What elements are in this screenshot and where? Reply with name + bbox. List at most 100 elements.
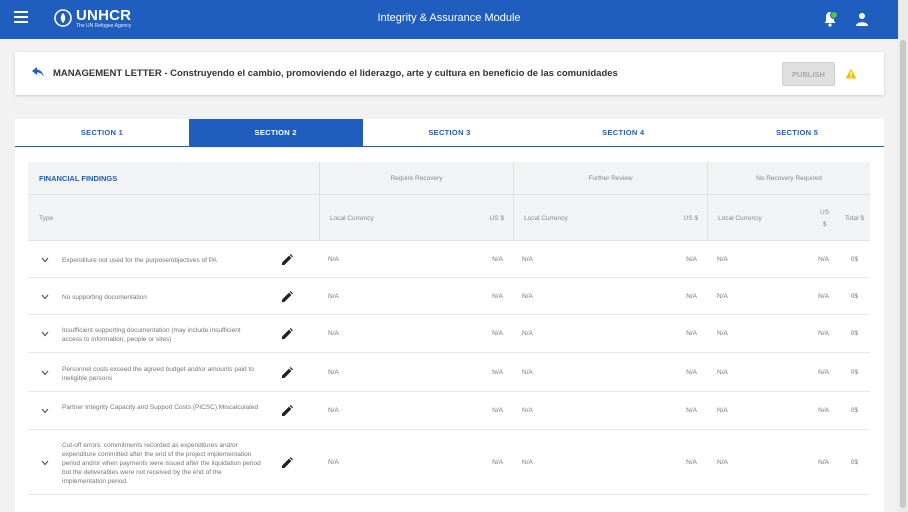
total-value: 0$: [850, 256, 858, 263]
require-recovery-local: N/A: [328, 330, 339, 337]
table-row[interactable]: No supporting documentation N/A N/A N/A N/A N…: [28, 278, 870, 315]
section-title: FINANCIAL FINDINGS: [39, 174, 118, 183]
findings-panel: FINANCIAL FINDINGS Require Recovery Furt…: [15, 148, 884, 512]
management-letter-header: MANAGEMENT LETTER - Construyendo el camb…: [15, 52, 884, 95]
further-review-usd: N/A: [686, 256, 697, 263]
col-local-currency: Local Currency: [718, 215, 762, 222]
further-review-local: N/A: [522, 369, 533, 376]
total-value: 0$: [850, 369, 858, 376]
group-no-recovery-required: No Recovery Required: [756, 175, 822, 182]
no-recovery-usd: N/A: [818, 256, 829, 263]
app-title: Integrity & Assurance Module: [377, 12, 521, 24]
no-recovery-local: N/A: [717, 330, 728, 337]
user-account-icon[interactable]: [855, 12, 869, 26]
col-type: Type: [39, 215, 54, 222]
require-recovery-local: N/A: [328, 407, 339, 414]
require-recovery-local: N/A: [328, 459, 339, 466]
require-recovery-local: N/A: [328, 369, 339, 376]
further-review-usd: N/A: [686, 330, 697, 337]
finding-type: Cut-off errors: commitments recorded as …: [62, 442, 261, 485]
table-row[interactable]: Insufficient supporting documentation (m…: [28, 315, 870, 353]
no-recovery-local: N/A: [717, 407, 728, 414]
require-recovery-local: N/A: [328, 293, 339, 300]
no-recovery-usd: N/A: [818, 407, 829, 414]
table-row[interactable]: Partner Integrity Capacity and Support C…: [28, 392, 870, 430]
require-recovery-usd: N/A: [492, 407, 503, 414]
finding-type: Partner Integrity Capacity and Support C…: [62, 404, 259, 411]
require-recovery-usd: N/A: [492, 459, 503, 466]
table-group-header: FINANCIAL FINDINGS Require Recovery Furt…: [28, 162, 870, 195]
no-recovery-usd: N/A: [818, 330, 829, 337]
col-usd-symbol: $: [823, 221, 827, 228]
total-value: 0$: [850, 407, 858, 414]
require-recovery-usd: N/A: [492, 293, 503, 300]
financial-findings-table: FINANCIAL FINDINGS Require Recovery Furt…: [28, 162, 870, 495]
back-arrow-icon[interactable]: [31, 66, 45, 78]
total-value: 0$: [850, 330, 858, 337]
notification-badge: [830, 11, 838, 19]
tab-section-5[interactable]: SECTION 5: [710, 119, 884, 146]
require-recovery-local: N/A: [328, 256, 339, 263]
tab-section-2[interactable]: SECTION 2: [188, 119, 363, 146]
further-review-usd: N/A: [686, 459, 697, 466]
col-usd: US: [820, 209, 830, 216]
group-require-recovery: Require Recovery: [390, 175, 443, 182]
no-recovery-usd: N/A: [818, 369, 829, 376]
col-local-currency: Local Currency: [330, 215, 374, 222]
tab-section-4[interactable]: SECTION 4: [536, 119, 710, 146]
finding-type: Personnel costs exceed the agreed budget…: [62, 366, 254, 382]
col-usd: US $: [489, 215, 504, 222]
further-review-local: N/A: [522, 407, 533, 414]
tab-section-1[interactable]: SECTION 1: [15, 119, 189, 146]
group-further-review: Further Review: [588, 175, 633, 182]
further-review-local: N/A: [522, 459, 533, 466]
table-column-header: Type Local Currency US $ Local Currency …: [28, 195, 870, 241]
finding-type: Insufficient supporting documentation (m…: [62, 327, 241, 343]
no-recovery-usd: N/A: [818, 459, 829, 466]
warning-icon: [845, 68, 857, 79]
further-review-local: N/A: [522, 256, 533, 263]
table-row[interactable]: Expenditure not used for the purpose/obj…: [28, 241, 870, 278]
further-review-local: N/A: [522, 330, 533, 337]
total-value: 0$: [850, 459, 858, 466]
total-value: 0$: [850, 293, 858, 300]
page-title: MANAGEMENT LETTER - Construyendo el camb…: [53, 68, 618, 79]
chevron-down-icon[interactable]: [41, 331, 49, 337]
further-review-usd: N/A: [686, 407, 697, 414]
no-recovery-local: N/A: [717, 369, 728, 376]
chevron-down-icon[interactable]: [41, 257, 49, 263]
chevron-down-icon[interactable]: [41, 460, 49, 466]
no-recovery-local: N/A: [717, 459, 728, 466]
edit-pencil-icon[interactable]: [281, 254, 293, 266]
col-total: Total $: [844, 215, 864, 222]
finding-type: No supporting documentation: [62, 294, 147, 301]
col-local-currency: Local Currency: [524, 215, 568, 222]
scrollbar-thumb[interactable]: [900, 40, 906, 508]
further-review-usd: N/A: [686, 369, 697, 376]
chevron-down-icon[interactable]: [41, 408, 49, 414]
page-scrollbar[interactable]: [898, 0, 908, 512]
require-recovery-usd: N/A: [492, 330, 503, 337]
no-recovery-local: N/A: [717, 256, 728, 263]
publish-button[interactable]: PUBLISH: [782, 62, 835, 86]
chevron-down-icon[interactable]: [41, 370, 49, 376]
table-row[interactable]: Personnel costs exceed the agreed budget…: [28, 353, 870, 392]
col-usd: US $: [683, 215, 698, 222]
top-app-bar: UNHCR The UN Refugee Agency Integrity & …: [0, 0, 898, 39]
edit-pencil-icon[interactable]: [281, 457, 293, 469]
further-review-usd: N/A: [686, 293, 697, 300]
require-recovery-usd: N/A: [492, 256, 503, 263]
table-row[interactable]: Cut-off errors: commitments recorded as …: [28, 430, 870, 495]
no-recovery-usd: N/A: [818, 293, 829, 300]
edit-pencil-icon[interactable]: [281, 291, 293, 303]
require-recovery-usd: N/A: [492, 369, 503, 376]
tab-section-3[interactable]: SECTION 3: [363, 119, 537, 146]
section-tabs: SECTION 1 SECTION 2 SECTION 3 SECTION 4 …: [15, 119, 884, 147]
further-review-local: N/A: [522, 293, 533, 300]
edit-pencil-icon[interactable]: [281, 328, 293, 340]
edit-pencil-icon[interactable]: [281, 367, 293, 379]
no-recovery-local: N/A: [717, 293, 728, 300]
chevron-down-icon[interactable]: [41, 294, 49, 300]
edit-pencil-icon[interactable]: [281, 405, 293, 417]
finding-type: Expenditure not used for the purpose/obj…: [62, 257, 217, 264]
